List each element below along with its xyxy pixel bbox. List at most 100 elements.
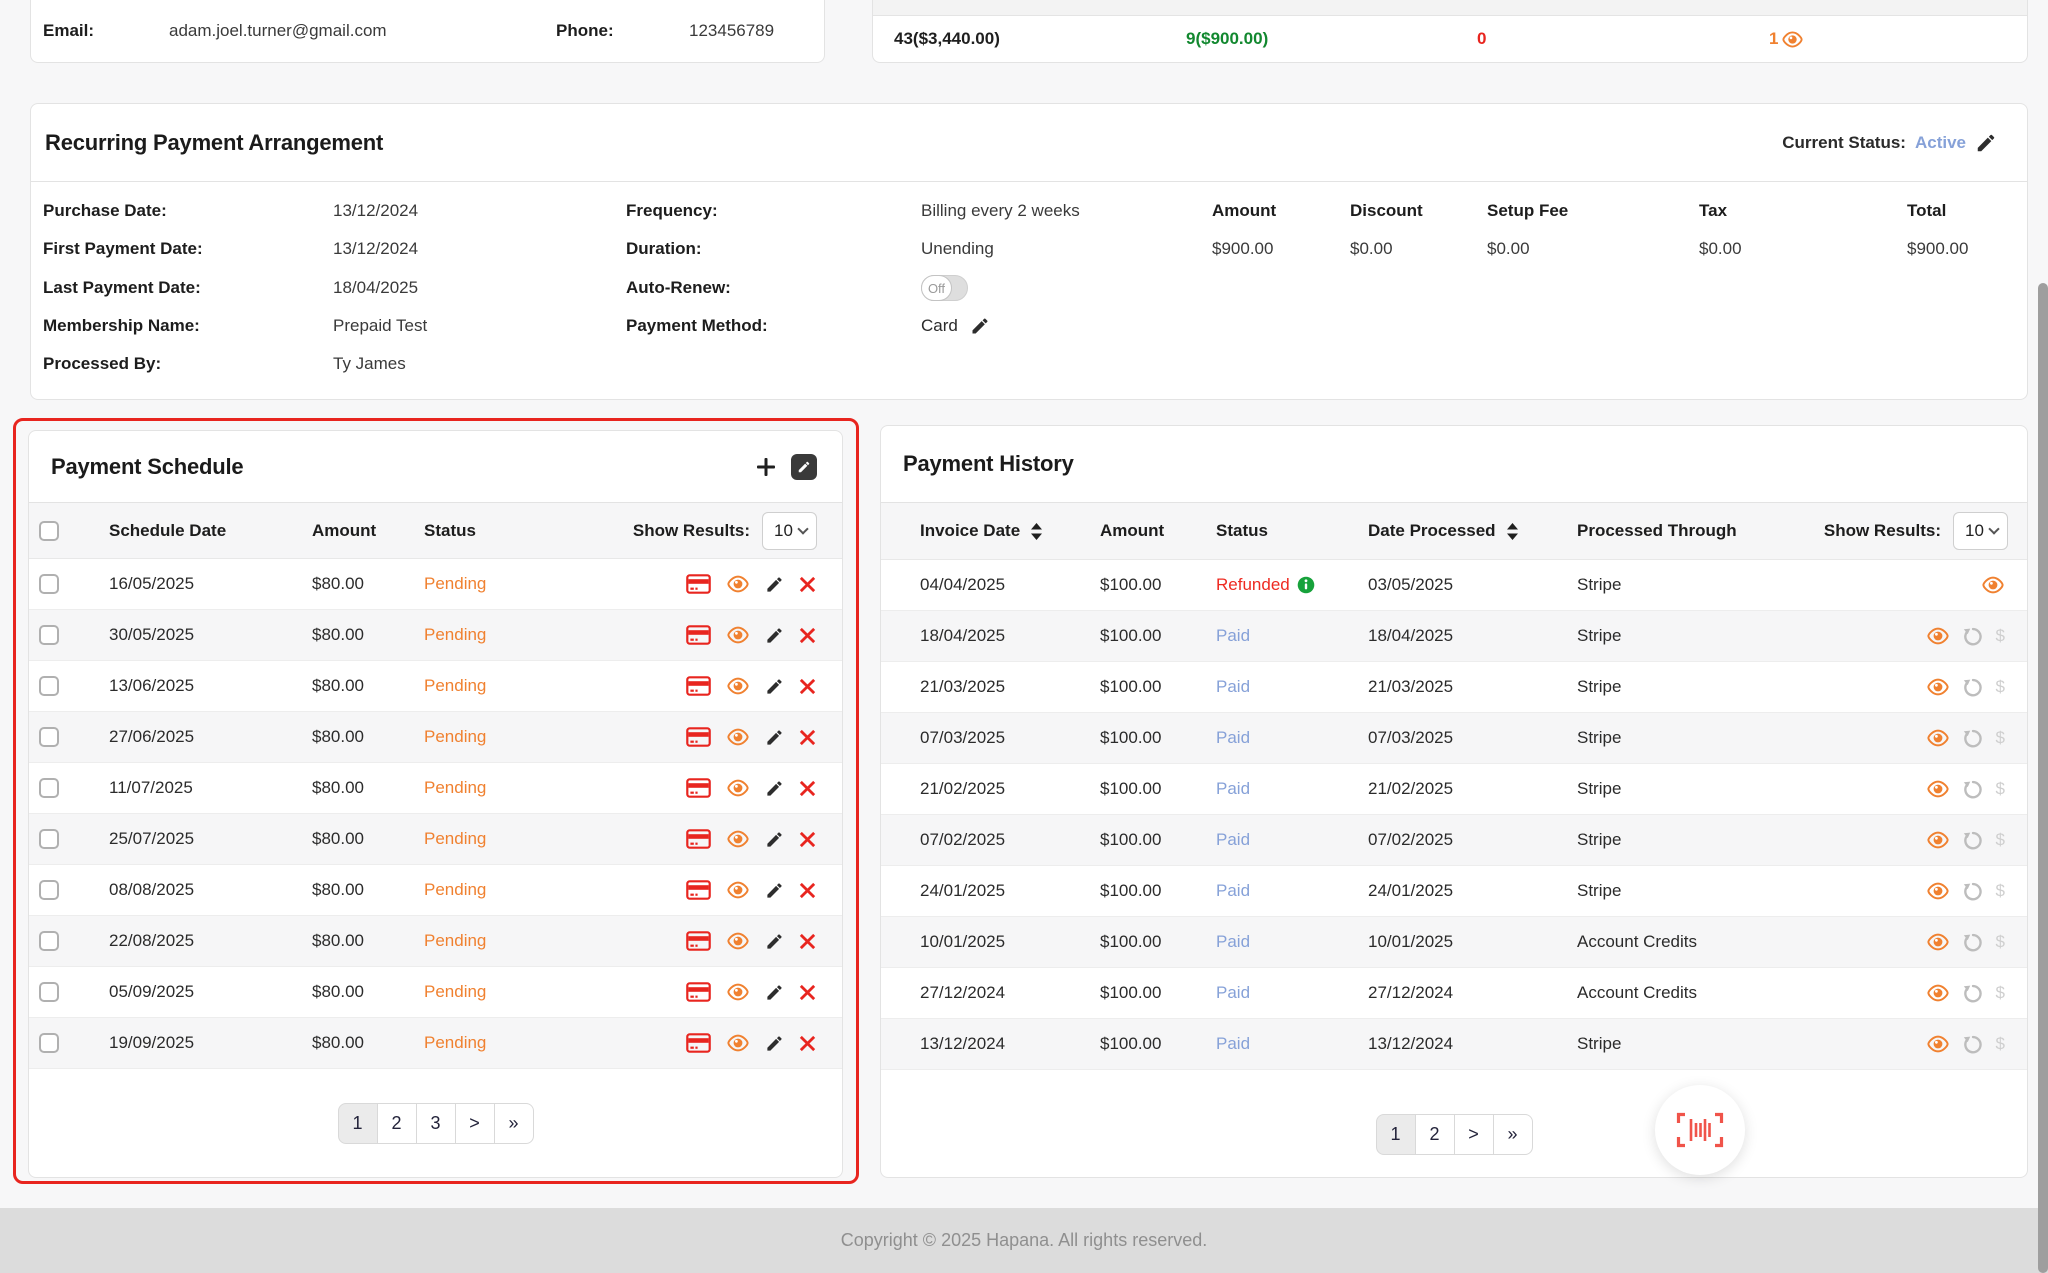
- last-page-button[interactable]: »: [494, 1103, 534, 1144]
- select-all-checkbox[interactable]: [39, 521, 59, 541]
- delete-icon[interactable]: [799, 678, 816, 695]
- refund-icon[interactable]: [1962, 727, 1984, 749]
- edit-icon[interactable]: [765, 1034, 784, 1053]
- status-cell: Paid: [1216, 677, 1250, 697]
- row-checkbox[interactable]: [39, 778, 59, 798]
- refund-icon[interactable]: [1962, 676, 1984, 698]
- charge-card-icon[interactable]: [686, 880, 711, 900]
- row-checkbox[interactable]: [39, 880, 59, 900]
- eye-icon[interactable]: [1926, 983, 1950, 1003]
- page-button[interactable]: 3: [416, 1103, 456, 1144]
- schedule-date-cell: 16/05/2025: [97, 574, 300, 594]
- eye-icon[interactable]: [1926, 728, 1950, 748]
- date-processed-header[interactable]: Date Processed: [1329, 521, 1538, 541]
- refund-icon[interactable]: [1962, 880, 1984, 902]
- row-checkbox[interactable]: [39, 676, 59, 696]
- auto-renew-toggle[interactable]: Off: [921, 275, 968, 301]
- delete-icon[interactable]: [799, 1035, 816, 1052]
- eye-icon[interactable]: [1781, 30, 1804, 49]
- eye-icon[interactable]: [1926, 830, 1950, 850]
- eye-icon[interactable]: [1926, 626, 1950, 646]
- eye-icon[interactable]: [726, 829, 750, 849]
- delete-icon[interactable]: [799, 933, 816, 950]
- charge-card-icon[interactable]: [686, 676, 711, 696]
- eye-icon[interactable]: [726, 778, 750, 798]
- delete-icon[interactable]: [799, 984, 816, 1001]
- page-button[interactable]: 1: [338, 1103, 378, 1144]
- info-icon[interactable]: [1297, 576, 1315, 594]
- eye-icon[interactable]: [1926, 779, 1950, 799]
- row-checkbox[interactable]: [39, 574, 59, 594]
- edit-icon[interactable]: [765, 881, 784, 900]
- sort-icon[interactable]: [1030, 523, 1043, 540]
- refund-icon[interactable]: [1962, 625, 1984, 647]
- charge-card-icon[interactable]: [686, 1033, 711, 1053]
- sort-icon[interactable]: [1506, 523, 1519, 540]
- refund-icon[interactable]: [1962, 778, 1984, 800]
- row-checkbox[interactable]: [39, 727, 59, 747]
- edit-schedule-button[interactable]: [791, 454, 817, 480]
- eye-icon[interactable]: [726, 574, 750, 594]
- charge-card-icon[interactable]: [686, 931, 711, 951]
- delete-icon[interactable]: [799, 882, 816, 899]
- eye-icon[interactable]: [1926, 677, 1950, 697]
- eye-icon[interactable]: [726, 676, 750, 696]
- edit-payment-method-icon[interactable]: [970, 316, 990, 336]
- eye-icon[interactable]: [726, 625, 750, 645]
- charge-card-icon[interactable]: [686, 829, 711, 849]
- row-checkbox[interactable]: [39, 931, 59, 951]
- charge-card-icon[interactable]: [686, 625, 711, 645]
- page-button[interactable]: 2: [377, 1103, 417, 1144]
- page-button[interactable]: 1: [1376, 1114, 1416, 1155]
- delete-icon[interactable]: [799, 831, 816, 848]
- charge-card-icon[interactable]: [686, 982, 711, 1002]
- row-checkbox[interactable]: [39, 1033, 59, 1053]
- table-row: 05/09/2025 $80.00 Pending: [29, 967, 842, 1018]
- delete-icon[interactable]: [799, 780, 816, 797]
- row-checkbox[interactable]: [39, 829, 59, 849]
- eye-icon[interactable]: [726, 931, 750, 951]
- refund-icon[interactable]: [1962, 1033, 1984, 1055]
- invoice-date-header[interactable]: Invoice Date: [881, 521, 1061, 541]
- charge-card-icon[interactable]: [686, 778, 711, 798]
- delete-icon[interactable]: [799, 729, 816, 746]
- next-page-button[interactable]: >: [1454, 1114, 1494, 1155]
- eye-icon[interactable]: [726, 727, 750, 747]
- page-button[interactable]: 2: [1415, 1114, 1455, 1155]
- delete-icon[interactable]: [799, 627, 816, 644]
- edit-icon[interactable]: [765, 728, 784, 747]
- last-page-button[interactable]: »: [1493, 1114, 1533, 1155]
- barcode-scan-button[interactable]: [1655, 1085, 1745, 1175]
- edit-icon[interactable]: [765, 932, 784, 951]
- status-cell: Pending: [412, 778, 686, 798]
- refund-icon[interactable]: [1962, 982, 1984, 1004]
- edit-icon[interactable]: [765, 626, 784, 645]
- row-checkbox[interactable]: [39, 982, 59, 1002]
- edit-icon[interactable]: [765, 830, 784, 849]
- edit-status-icon[interactable]: [1975, 132, 1997, 154]
- next-page-button[interactable]: >: [455, 1103, 495, 1144]
- edit-icon[interactable]: [765, 677, 784, 696]
- status-cell: Paid: [1216, 983, 1250, 1003]
- edit-icon[interactable]: [765, 779, 784, 798]
- show-results-select[interactable]: 10: [1953, 512, 2008, 550]
- charge-card-icon[interactable]: [686, 574, 711, 594]
- charge-card-icon[interactable]: [686, 727, 711, 747]
- edit-icon[interactable]: [765, 575, 784, 594]
- row-checkbox[interactable]: [39, 625, 59, 645]
- delete-icon[interactable]: [799, 576, 816, 593]
- current-status: Current Status: Active: [1782, 132, 1997, 154]
- refund-icon[interactable]: [1962, 931, 1984, 953]
- scrollbar-thumb[interactable]: [2038, 283, 2048, 1273]
- eye-icon[interactable]: [726, 982, 750, 1002]
- refund-icon[interactable]: [1962, 829, 1984, 851]
- eye-icon[interactable]: [726, 1033, 750, 1053]
- eye-icon[interactable]: [1926, 1034, 1950, 1054]
- eye-icon[interactable]: [1981, 575, 2005, 595]
- edit-icon[interactable]: [765, 983, 784, 1002]
- eye-icon[interactable]: [726, 880, 750, 900]
- eye-icon[interactable]: [1926, 932, 1950, 952]
- eye-icon[interactable]: [1926, 881, 1950, 901]
- show-results-select[interactable]: 10: [762, 512, 817, 550]
- add-payment-icon[interactable]: [756, 457, 776, 477]
